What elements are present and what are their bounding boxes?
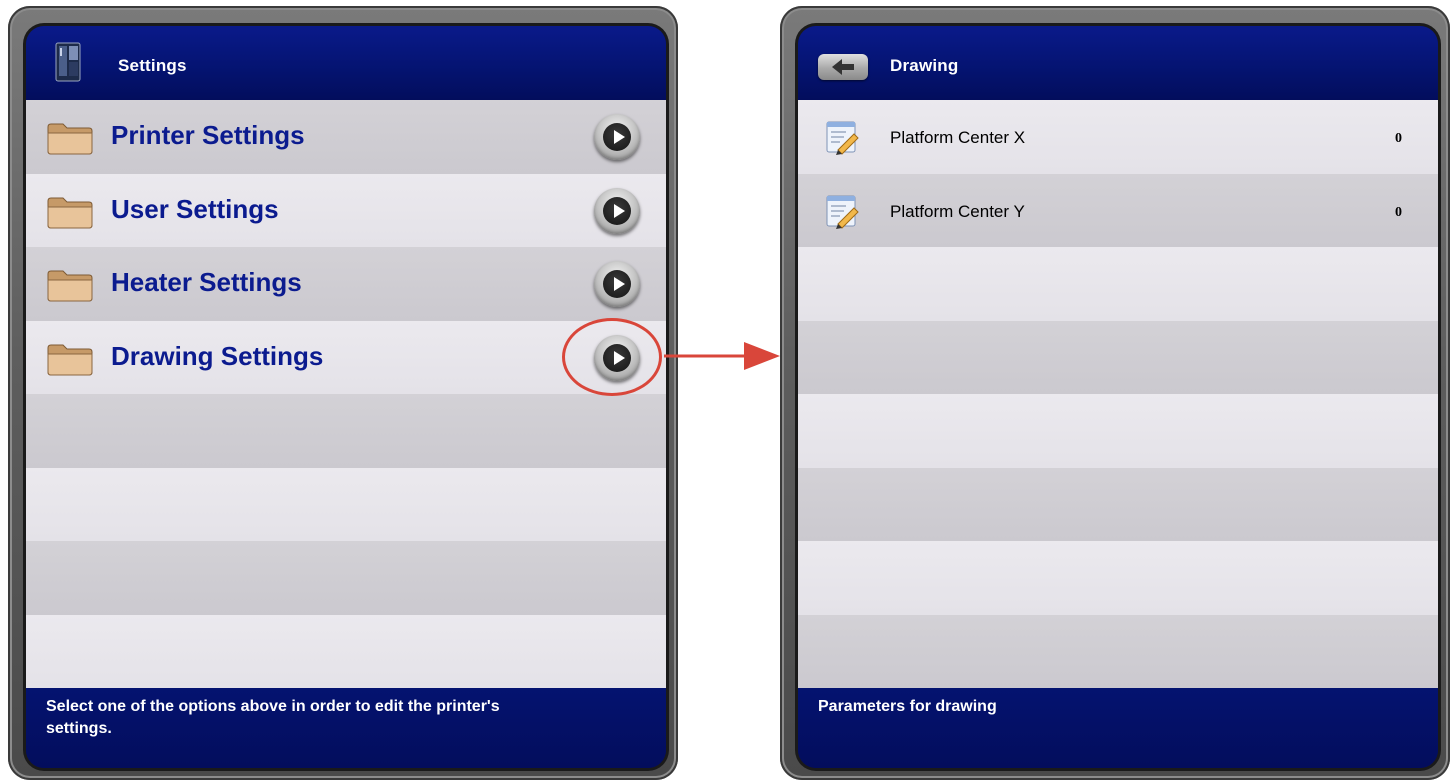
back-arrow-icon: [832, 59, 854, 75]
list-item-heater-settings[interactable]: Heater Settings: [26, 247, 666, 321]
open-heater-settings-button[interactable]: [594, 261, 640, 307]
drawing-header: Drawing: [798, 26, 1438, 100]
empty-row: [26, 394, 666, 468]
open-printer-settings-button[interactable]: [594, 114, 640, 160]
edit-document-icon: [826, 195, 859, 229]
list-item-printer-settings[interactable]: Printer Settings: [26, 100, 666, 174]
drawing-parameter-list: Platform Center X 0 Platform Center Y 0: [798, 100, 1438, 688]
empty-row: [798, 320, 1438, 394]
empty-row: [26, 541, 666, 615]
left-device-bezel: Settings Printer Settings User Settings: [8, 6, 678, 780]
empty-row: [26, 467, 666, 541]
empty-row: [798, 394, 1438, 468]
empty-row: [798, 541, 1438, 615]
highlight-circle: [562, 318, 662, 396]
empty-row: [26, 614, 666, 688]
play-arrow-icon: [603, 270, 631, 298]
parameter-label: Platform Center Y: [890, 201, 1025, 221]
settings-list: Printer Settings User Settings Heater Se…: [26, 100, 666, 688]
parameter-label: Platform Center X: [890, 128, 1026, 147]
page-title: Settings: [118, 56, 187, 75]
list-item-label: Drawing Settings: [111, 340, 324, 371]
edit-document-icon: [826, 121, 859, 155]
list-item-label: Heater Settings: [111, 267, 302, 297]
drawing-footer: Parameters for drawing: [798, 688, 1438, 768]
drawing-screen: Drawing Platform Center X 0 Platform Cen…: [798, 26, 1438, 768]
printer-device-icon: [55, 42, 81, 82]
empty-row: [798, 247, 1438, 321]
empty-row: [798, 614, 1438, 688]
list-item-label: User Settings: [111, 193, 279, 224]
folder-icon: [47, 123, 93, 155]
folder-icon: [47, 270, 93, 302]
settings-footer: Select one of the options above in order…: [26, 688, 666, 768]
back-button[interactable]: [818, 54, 868, 80]
parameter-row-platform-center-x[interactable]: Platform Center X 0: [798, 100, 1438, 174]
settings-screen: Settings Printer Settings User Settings: [26, 26, 666, 768]
callout-arrow-icon: [664, 342, 780, 370]
play-arrow-icon: [603, 123, 631, 151]
folder-icon: [47, 344, 93, 375]
list-item-user-settings[interactable]: User Settings: [26, 173, 666, 247]
right-device-bezel: Drawing Platform Center X 0 Platform Cen…: [780, 6, 1450, 780]
folder-icon: [47, 197, 93, 228]
empty-row: [798, 467, 1438, 541]
parameter-row-platform-center-y[interactable]: Platform Center Y 0: [798, 173, 1438, 247]
settings-header: Settings: [26, 26, 666, 100]
open-user-settings-button[interactable]: [594, 187, 640, 234]
play-arrow-icon: [603, 196, 631, 225]
parameter-value: 0: [1395, 131, 1402, 146]
footer-hint-text: Select one of the options above in order…: [46, 698, 500, 737]
footer-hint-text: Parameters for drawing: [818, 698, 997, 715]
list-item-label: Printer Settings: [111, 120, 305, 150]
page-title: Drawing: [890, 56, 959, 75]
parameter-value: 0: [1395, 204, 1402, 220]
